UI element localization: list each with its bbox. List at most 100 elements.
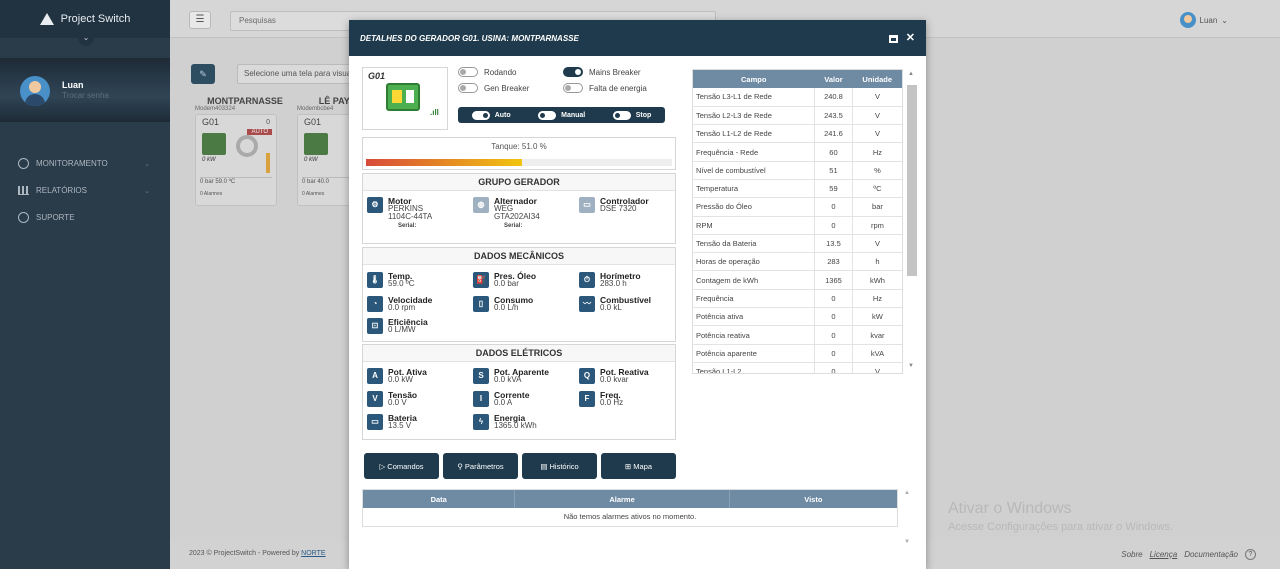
- metric-value: 0.0 kvar: [600, 375, 629, 384]
- scroll-up-icon[interactable]: ▲: [904, 490, 910, 496]
- gauge-icon: [18, 158, 29, 169]
- table-row: Tensão L2-L3 de Rede 243.5 V: [693, 106, 902, 126]
- maximize-icon[interactable]: [889, 35, 898, 43]
- section-title: DADOS MECÂNICOS: [363, 248, 675, 265]
- column-header[interactable]: Unidade: [852, 70, 902, 88]
- license-link[interactable]: Licença: [1150, 550, 1178, 559]
- column-header[interactable]: Alarme: [515, 490, 730, 508]
- column-header[interactable]: Data: [363, 490, 516, 508]
- stopwatch-icon: ⏱: [579, 272, 595, 288]
- engine-icon: ⚙: [367, 197, 383, 213]
- field-cell: RPM: [693, 216, 815, 235]
- column-header[interactable]: Visto: [730, 490, 897, 508]
- sidebar: Project Switch ⌄ Luan Trocar senha MONIT…: [0, 0, 170, 569]
- lightning-icon: ϟ: [473, 414, 489, 430]
- screen-select[interactable]: Selecione uma tela para visualizar: [237, 64, 357, 84]
- generator-card[interactable]: G01 0 AUTO 0 kW 0 bar 59.0 ºC 0 Alarmes: [195, 114, 277, 206]
- mode-badge: AUTO: [247, 129, 272, 135]
- sidebar-item-monitoramento[interactable]: MONITORAMENTO ⌄: [0, 150, 170, 177]
- consumption-metric: ▯ Consumo 0.0 L/h: [473, 296, 533, 312]
- mode-selector: Auto Manual Stop: [458, 107, 665, 123]
- table-row: RPM 0 rpm: [693, 216, 902, 235]
- plant-card: MONTPARNASSE Modem403324 G01 0 AUTO 0 kW…: [195, 96, 295, 206]
- tank-progress-fill: [366, 159, 523, 166]
- readings-table-container[interactable]: Campo Valor Unidade Tensão L3-L1 de Rede…: [692, 69, 903, 374]
- mode-auto[interactable]: Auto: [471, 110, 511, 120]
- sidebar-item-label: MONITORAMENTO: [36, 159, 108, 168]
- value-cell: 240.8: [813, 88, 853, 107]
- empty-alarms-message: Não temos alarmes ativos no momento.: [563, 512, 697, 521]
- table-row: Frequência 0 Hz: [693, 289, 902, 309]
- help-icon[interactable]: ?: [1245, 549, 1256, 560]
- alarms-count: 0 Alarmes: [200, 191, 223, 197]
- edit-screen-button[interactable]: ✎: [191, 64, 215, 84]
- value-cell: 60: [813, 142, 853, 162]
- parameters-button[interactable]: ⚲ Parâmetros: [443, 453, 518, 479]
- scroll-up-icon[interactable]: ▲: [908, 71, 914, 77]
- value-cell: 0: [813, 307, 853, 327]
- table-row: Tensão L1-L2 0 V: [693, 362, 902, 373]
- active-power-icon: A: [367, 368, 383, 384]
- about-link[interactable]: Sobre: [1121, 550, 1142, 559]
- field-cell: Frequência - Rede: [693, 142, 815, 162]
- motor-model: 1104C-44TA: [388, 212, 433, 221]
- footer-link[interactable]: NORTE: [301, 550, 325, 557]
- map-button[interactable]: ⊞ Mapa: [601, 453, 676, 479]
- oil-can-icon: ⛽: [473, 272, 489, 288]
- metric-value: 0.0 Hz: [600, 398, 624, 407]
- column-header[interactable]: Valor: [814, 70, 853, 88]
- sidebar-item-relatorios[interactable]: RELATÓRIOS ⌄: [0, 177, 170, 204]
- dados-eletricos-section: DADOS ELÉTRICOS A Pot. Ativa 0.0 kW S Pot…: [362, 344, 676, 440]
- commands-button[interactable]: ▷ Comandos: [364, 453, 439, 479]
- frequency-metric: F Freq. 0.0 Hz: [579, 391, 623, 407]
- value-cell: 1365: [813, 270, 853, 290]
- table-row: Tensão L3-L1 de Rede 240.8 V: [693, 88, 902, 107]
- history-button[interactable]: ▤ Histórico: [522, 453, 597, 479]
- unit-cell: %: [851, 161, 902, 180]
- field-cell: Nível de combustível: [693, 161, 815, 180]
- support-icon: [18, 212, 29, 223]
- metric-value: 0 L/MW: [388, 325, 416, 334]
- value-cell: 0: [813, 197, 853, 217]
- motor-info: ⚙ Motor PERKINS 1104C-44TA Serial:: [367, 197, 432, 230]
- value-cell: 0: [813, 216, 853, 235]
- logo-icon: [39, 13, 54, 25]
- field-cell: Frequência: [693, 289, 815, 309]
- mains-breaker-switch: [563, 67, 583, 77]
- unit-cell: ºC: [851, 179, 902, 199]
- table-row: Potência aparente 0 kVA: [693, 344, 902, 363]
- sidebar-item-suporte[interactable]: SUPORTE: [0, 204, 170, 231]
- unit-cell: kWh: [851, 270, 902, 290]
- user-menu[interactable]: Luan ⌄: [1179, 12, 1228, 28]
- energy-metric: ϟ Energia 1365.0 kWh: [473, 414, 537, 430]
- menu-toggle-button[interactable]: ☰: [189, 11, 211, 29]
- mode-manual[interactable]: Manual: [538, 110, 585, 120]
- table-row: Frequência - Rede 60 Hz: [693, 142, 902, 162]
- scrollbar-thumb[interactable]: [907, 85, 917, 276]
- change-password-link[interactable]: Trocar senha: [62, 91, 109, 100]
- frequency-icon: F: [579, 391, 595, 407]
- sidebar-collapse-chevron-icon[interactable]: ⌄: [78, 32, 94, 46]
- mode-stop[interactable]: Stop: [612, 110, 651, 120]
- table-row: Contagem de kWh 1365 kWh: [693, 270, 902, 290]
- battery-metric: ▭ Bateria 13.5 V: [367, 414, 417, 430]
- value-cell: 13.5: [813, 234, 853, 254]
- apparent-power-metric: S Pot. Aparente 0.0 kVA: [473, 368, 549, 384]
- hour-meter-metric: ⏱ Horímetro 283.0 h: [579, 272, 641, 288]
- value-cell: 0: [813, 344, 853, 363]
- footer-links: Sobre Licença Documentação ?: [1121, 549, 1256, 560]
- table-scrollbar[interactable]: ▲ ▼: [906, 69, 918, 375]
- table-row: Temperatura 59 ºC: [693, 179, 902, 199]
- value-cell: 59: [813, 179, 853, 199]
- scroll-down-icon[interactable]: ▼: [908, 363, 914, 369]
- user-menu-name: Luan: [1199, 15, 1218, 25]
- column-header[interactable]: Campo: [693, 70, 815, 88]
- auto-switch: [471, 110, 490, 120]
- speedometer-icon: ◔: [367, 296, 383, 312]
- sidebar-item-label: RELATÓRIOS: [36, 186, 87, 195]
- power-value: 0 kW: [202, 157, 216, 163]
- generator-icon: [386, 83, 420, 111]
- docs-link[interactable]: Documentação: [1184, 550, 1238, 559]
- close-icon[interactable]: ✕: [906, 31, 915, 44]
- scroll-down-icon[interactable]: ▼: [904, 539, 910, 545]
